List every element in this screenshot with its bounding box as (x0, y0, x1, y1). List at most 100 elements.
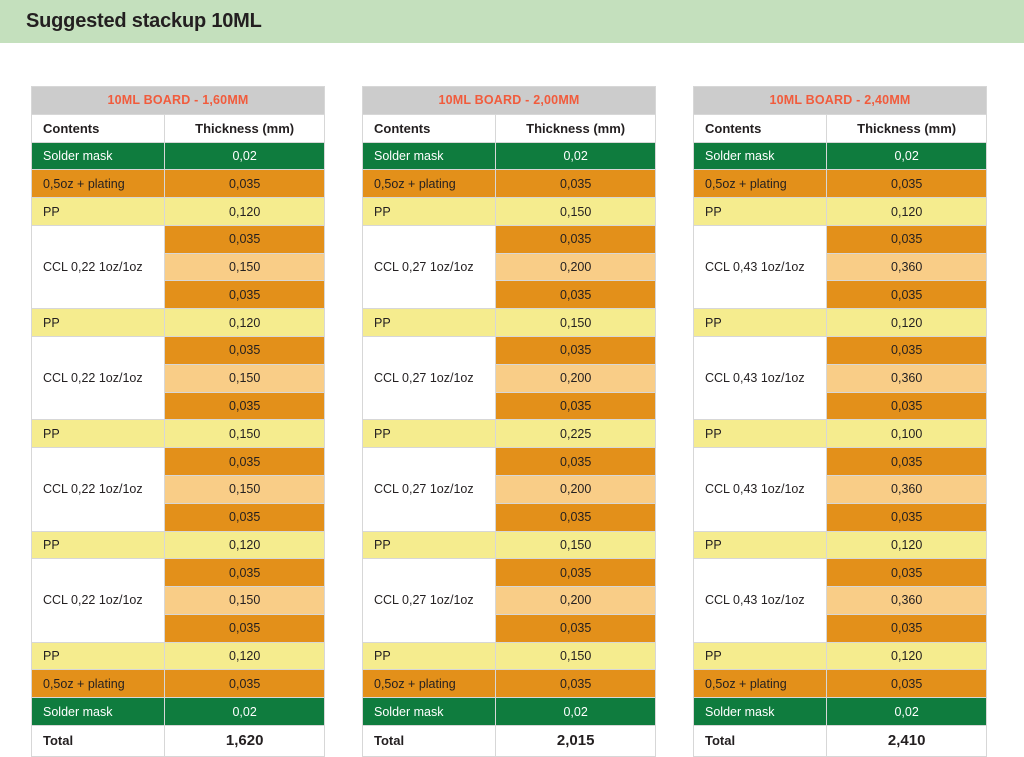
layer-thickness: 0,035 (826, 669, 987, 699)
total-row: Total 2,410 (692, 724, 987, 757)
layer-thickness: 0,035 (164, 447, 325, 476)
board-title: 10ML BOARD - 1,60MM (31, 86, 325, 115)
layer-thickness: 0,225 (495, 419, 656, 449)
layer-thickness: 0,035 (164, 336, 325, 365)
layer-label: 0,5oz + plating (361, 669, 497, 699)
layer-label: PP (30, 641, 166, 671)
layer-thickness: 0,035 (495, 613, 656, 643)
table-row: 0,5oz + plating 0,035 (692, 169, 987, 199)
page-header: Suggested stackup 10ML (0, 0, 1024, 43)
stackup-table: 10ML BOARD - 1,60MM Contents Thickness (mm… (30, 86, 325, 757)
layer-label: Solder mask (361, 697, 497, 726)
layer-label: PP (30, 419, 166, 449)
layer-thickness: 0,120 (826, 308, 987, 338)
layer-thickness: 0,035 (164, 224, 325, 254)
layer-label: PP (361, 197, 497, 226)
layer-label: Solder mask (692, 697, 828, 726)
total-value: 2,410 (826, 724, 987, 757)
table-row: PP 0,100 (692, 419, 987, 449)
layer-thickness: 0,360 (826, 363, 987, 393)
total-value: 1,620 (164, 724, 325, 757)
total-row: Total 1,620 (30, 724, 325, 757)
ccl-layer-label: CCL 0,22 1oz/1oz (30, 558, 166, 643)
layer-thickness: 0,120 (164, 641, 325, 671)
ccl-layer-label: CCL 0,27 1oz/1oz (361, 447, 497, 532)
layer-label: 0,5oz + plating (692, 669, 828, 699)
layer-thickness: 0,360 (826, 252, 987, 282)
table-row: Solder mask 0,02 (361, 697, 656, 726)
ccl-layer-label: CCL 0,27 1oz/1oz (361, 224, 497, 310)
layer-thickness: 0,035 (164, 391, 325, 421)
table-row: Solder mask 0,02 (30, 697, 325, 726)
layer-thickness: 0,035 (495, 669, 656, 699)
layer-thickness: 0,200 (495, 474, 656, 504)
layer-thickness: 0,035 (164, 613, 325, 643)
table-row: Solder mask 0,02 (692, 141, 987, 171)
table-row: CCL 0,27 1oz/1oz 0,035 (361, 224, 656, 310)
layer-thickness: 0,035 (826, 224, 987, 254)
page-title: Suggested stackup 10ML (26, 10, 262, 32)
layer-thickness: 0,150 (164, 474, 325, 504)
table-row: CCL 0,27 1oz/1oz 0,035 (361, 558, 656, 643)
layer-thickness: 0,035 (826, 558, 987, 588)
layer-thickness: 0,360 (826, 586, 987, 615)
layer-label: PP (692, 641, 828, 671)
table-row: PP 0,150 (30, 419, 325, 449)
ccl-layer-label: CCL 0,43 1oz/1oz (692, 224, 828, 310)
column-header-contents: Contents (692, 113, 828, 143)
table-row: PP 0,120 (692, 641, 987, 671)
layer-label: 0,5oz + plating (30, 169, 166, 199)
table-row: PP 0,150 (361, 530, 656, 560)
layer-thickness: 0,150 (495, 641, 656, 671)
layer-thickness: 0,150 (164, 419, 325, 449)
ccl-layer-label: CCL 0,22 1oz/1oz (30, 447, 166, 532)
layer-thickness: 0,200 (495, 363, 656, 393)
layer-thickness: 0,120 (826, 641, 987, 671)
layer-thickness: 0,100 (826, 419, 987, 449)
table-row: PP 0,120 (30, 641, 325, 671)
table-row: PP 0,120 (30, 197, 325, 226)
layer-label: PP (30, 197, 166, 226)
layer-thickness: 0,035 (826, 336, 987, 365)
layer-thickness: 0,035 (495, 447, 656, 476)
stackup-tables-container: 10ML BOARD - 1,60MM Contents Thickness (mm… (0, 43, 1024, 757)
column-header-contents: Contents (30, 113, 166, 143)
layer-label: PP (692, 419, 828, 449)
layer-thickness: 0,035 (826, 280, 987, 310)
table-row: CCL 0,43 1oz/1oz 0,035 (692, 224, 987, 310)
table-row: PP 0,150 (361, 197, 656, 226)
layer-thickness: 0,035 (495, 169, 656, 199)
table-row: 0,5oz + plating 0,035 (30, 169, 325, 199)
ccl-layer-label: CCL 0,22 1oz/1oz (30, 336, 166, 421)
table-row: 0,5oz + plating 0,035 (30, 669, 325, 699)
table-row: Solder mask 0,02 (361, 141, 656, 171)
layer-label: Solder mask (30, 697, 166, 726)
table-row: 0,5oz + plating 0,035 (361, 669, 656, 699)
table-row: PP 0,120 (692, 530, 987, 560)
layer-thickness: 0,120 (826, 197, 987, 226)
layer-thickness: 0,035 (164, 502, 325, 532)
layer-thickness: 0,035 (826, 613, 987, 643)
table-row: PP 0,150 (361, 641, 656, 671)
layer-thickness: 0,02 (164, 697, 325, 726)
layer-thickness: 0,02 (826, 141, 987, 171)
table-row: PP 0,120 (692, 308, 987, 338)
table-row: CCL 0,27 1oz/1oz 0,035 (361, 447, 656, 532)
table-row: CCL 0,43 1oz/1oz 0,035 (692, 336, 987, 421)
table-row: 0,5oz + plating 0,035 (361, 169, 656, 199)
layer-thickness: 0,02 (495, 141, 656, 171)
layer-thickness: 0,150 (495, 308, 656, 338)
column-header-thickness: Thickness (mm) (495, 113, 656, 143)
layer-thickness: 0,120 (164, 197, 325, 226)
layer-label: PP (361, 530, 497, 560)
layer-thickness: 0,150 (495, 197, 656, 226)
layer-thickness: 0,035 (495, 224, 656, 254)
layer-label: 0,5oz + plating (30, 669, 166, 699)
layer-label: 0,5oz + plating (361, 169, 497, 199)
layer-thickness: 0,035 (826, 391, 987, 421)
layer-label: PP (692, 308, 828, 338)
ccl-layer-label: CCL 0,43 1oz/1oz (692, 336, 828, 421)
layer-thickness: 0,120 (164, 308, 325, 338)
layer-label: PP (692, 530, 828, 560)
layer-thickness: 0,02 (495, 697, 656, 726)
